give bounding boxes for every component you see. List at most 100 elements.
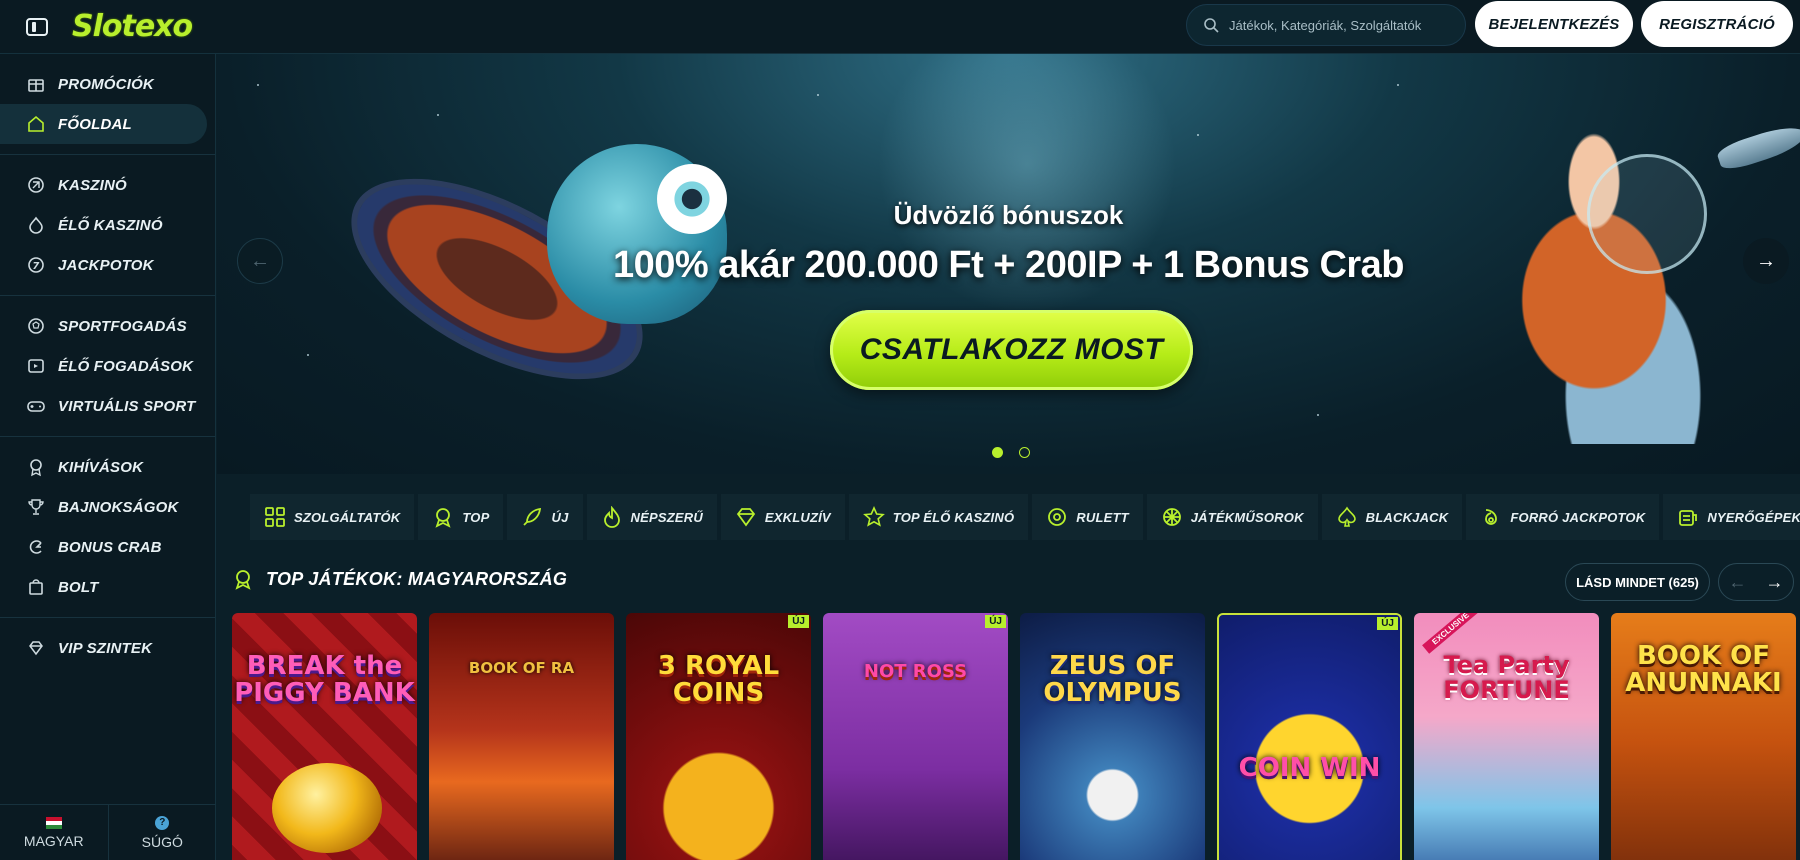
- soccer-ball-icon: [26, 316, 46, 336]
- game-card[interactable]: EXCLUSIVE Tea Party FORTUNE: [1414, 613, 1599, 860]
- sidebar-item-promotions[interactable]: PROMÓCIÓK: [0, 64, 215, 104]
- sidebar-item-label: FŐOLDAL: [58, 115, 132, 133]
- sidebar-item-jackpots[interactable]: 7 JACKPOTOK: [0, 245, 215, 285]
- category-label: TOP ÉLŐ KASZINÓ: [892, 509, 1015, 525]
- game-card[interactable]: COIN WIN ÚJ: [1217, 613, 1402, 860]
- category-label: EXKLUZÍV: [764, 509, 831, 525]
- category-game-shows[interactable]: JÁTÉKMŰSOROK: [1146, 494, 1318, 540]
- game-card[interactable]: 3 ROYAL COINS ÚJ: [626, 613, 811, 860]
- help-icon: ?: [155, 815, 170, 830]
- crab-claw-icon: [26, 537, 46, 557]
- help-button[interactable]: ? SÚGÓ: [107, 805, 217, 860]
- hungarian-flag-icon: [45, 816, 62, 829]
- sidebar-item-sportsbook[interactable]: SPORTFOGADÁS: [0, 306, 215, 346]
- game-card[interactable]: BOOK OF RA: [429, 613, 614, 860]
- banner-prev-arrow-icon[interactable]: ←: [237, 238, 283, 284]
- sidebar-item-home[interactable]: FŐOLDAL: [0, 104, 207, 144]
- sidebar-item-live-betting[interactable]: ÉLŐ FOGADÁSOK: [0, 346, 215, 386]
- games-carousel-nav: ← →: [1718, 563, 1794, 601]
- category-new[interactable]: ÚJ: [507, 494, 583, 540]
- game-card[interactable]: NOT ROSS ÚJ: [823, 613, 1008, 860]
- game-title: 3 ROYAL COINS: [657, 651, 780, 709]
- game-artwork: [272, 763, 382, 853]
- sidebar-group-vip: VIP SZINTEK: [0, 618, 215, 678]
- sidebar-item-label: ÉLŐ KASZINÓ: [58, 216, 163, 234]
- language-selector[interactable]: MAGYAR: [0, 805, 108, 860]
- live-casino-icon: [26, 215, 46, 235]
- category-exclusive[interactable]: EXKLUZÍV: [720, 494, 845, 540]
- sidebar-group-casino: KASZINÓ ÉLŐ KASZINÓ 7 JACKPOTOK: [0, 155, 215, 296]
- game-title: BOOK OF RA: [468, 659, 575, 677]
- category-slots[interactable]: NYERŐGÉPEK: [1663, 494, 1800, 540]
- carousel-next-arrow-icon[interactable]: →: [1766, 572, 1784, 593]
- category-bar: SZOLGÁLTATÓK TOP ÚJ NÉPSZERŰ EXKLUZÍV TO…: [250, 494, 1800, 540]
- shop-bag-icon: [26, 577, 46, 597]
- flame-icon: [603, 506, 620, 528]
- banner-dot[interactable]: [992, 447, 1003, 458]
- banner-next-arrow-icon[interactable]: →: [1743, 238, 1789, 284]
- sidebar-item-label: ÉLŐ FOGADÁSOK: [58, 357, 194, 375]
- game-title: BREAK the PIGGY BANK: [234, 651, 415, 709]
- game-title: BOOK OF ANUNNAKI: [1625, 641, 1782, 699]
- game-title: NOT ROSS: [863, 661, 968, 682]
- new-badge: ÚJ: [788, 615, 809, 628]
- search-input[interactable]: [1229, 17, 1464, 33]
- home-icon: [26, 114, 46, 134]
- roulette-icon: [1048, 508, 1067, 526]
- banner-dot[interactable]: [1019, 447, 1030, 458]
- see-all-button[interactable]: LÁSD MINDET (625): [1565, 563, 1710, 601]
- game-card[interactable]: BOOK OF ANUNNAKI: [1611, 613, 1796, 860]
- sidebar-item-label: BONUS CRAB: [58, 538, 162, 556]
- sidebar: PROMÓCIÓK FŐOLDAL KASZINÓ ÉLŐ KASZINÓ 7 …: [0, 54, 216, 860]
- category-top-live-casino[interactable]: TOP ÉLŐ KASZINÓ: [848, 494, 1029, 540]
- sidebar-item-challenges[interactable]: KIHÍVÁSOK: [0, 447, 215, 487]
- wheel-icon: [1162, 508, 1181, 526]
- hero-banner[interactable]: Üdvözlő bónuszok 100% akár 200.000 Ft + …: [217, 54, 1800, 474]
- site-logo[interactable]: Slotexo: [72, 9, 193, 44]
- sidebar-item-live-casino[interactable]: ÉLŐ KASZINÓ: [0, 205, 215, 245]
- register-button[interactable]: REGISZTRÁCIÓ: [1641, 1, 1793, 47]
- sidebar-item-casino[interactable]: KASZINÓ: [0, 165, 215, 205]
- game-title: COIN WIN: [1238, 753, 1381, 783]
- sidebar-item-virtual-sports[interactable]: VIRTUÁLIS SPORT: [0, 386, 215, 426]
- category-top[interactable]: TOP: [418, 494, 504, 540]
- sidebar-item-label: SPORTFOGADÁS: [58, 317, 187, 335]
- sidebar-item-label: BOLT: [58, 578, 99, 596]
- search-box[interactable]: [1186, 4, 1466, 46]
- sidebar-item-bonus-crab[interactable]: BONUS CRAB: [0, 527, 215, 567]
- category-popular[interactable]: NÉPSZERŰ: [586, 494, 717, 540]
- category-providers[interactable]: SZOLGÁLTATÓK: [250, 494, 415, 540]
- category-label: RULETT: [1076, 509, 1129, 525]
- category-label: FORRÓ JACKPOTOK: [1510, 509, 1646, 525]
- category-label: SZOLGÁLTATÓK: [294, 509, 401, 525]
- live-betting-icon: [26, 356, 46, 376]
- category-label: ÚJ: [551, 509, 569, 525]
- sidebar-item-vip-levels[interactable]: VIP SZINTEK: [0, 628, 215, 668]
- sidebar-group-extras: KIHÍVÁSOK BAJNOKSÁGOK BONUS CRAB BOLT: [0, 437, 215, 618]
- banner-subtitle: Üdvözlő bónuszok: [893, 200, 1124, 230]
- casino-icon: [26, 175, 46, 195]
- sidebar-item-shop[interactable]: BOLT: [0, 567, 215, 607]
- sidebar-item-tournaments[interactable]: BAJNOKSÁGOK: [0, 487, 215, 527]
- sidebar-toggle-icon[interactable]: [26, 17, 48, 36]
- slot-machine-icon: [1679, 510, 1698, 526]
- game-card[interactable]: BREAK the PIGGY BANK: [232, 613, 417, 860]
- banner-title: 100% akár 200.000 Ft + 200IP + 1 Bonus C…: [612, 244, 1405, 286]
- search-icon: [1203, 17, 1219, 33]
- section-title-text: TOP JÁTÉKOK: MAGYARORSZÁG: [266, 568, 568, 589]
- category-roulette[interactable]: RULETT: [1032, 494, 1143, 540]
- join-now-button[interactable]: CSATLAKOZZ MOST: [830, 310, 1193, 390]
- category-hot-jackpots[interactable]: FORRÓ JACKPOTOK: [1466, 494, 1660, 540]
- game-card[interactable]: ZEUS OF OLYMPUS: [1020, 613, 1205, 860]
- sidebar-item-label: VIP SZINTEK: [58, 639, 153, 657]
- sidebar-group-sports: SPORTFOGADÁS ÉLŐ FOGADÁSOK VIRTUÁLIS SPO…: [0, 296, 215, 437]
- carousel-prev-arrow-icon[interactable]: ←: [1729, 572, 1747, 593]
- category-blackjack[interactable]: BLACKJACK: [1321, 494, 1463, 540]
- star-icon: [862, 506, 885, 527]
- sidebar-item-label: KIHÍVÁSOK: [58, 458, 144, 476]
- category-label: BLACKJACK: [1365, 509, 1449, 525]
- jackpot-icon: 7: [26, 255, 46, 275]
- hot-jackpot-icon: [1485, 509, 1498, 525]
- sidebar-item-label: JACKPOTOK: [58, 256, 154, 274]
- login-button[interactable]: BEJELENTKEZÉS: [1475, 1, 1633, 47]
